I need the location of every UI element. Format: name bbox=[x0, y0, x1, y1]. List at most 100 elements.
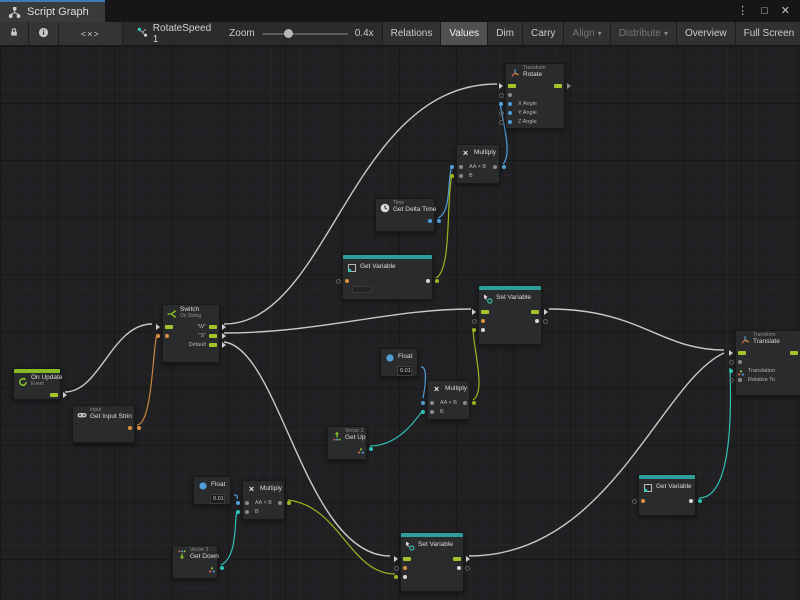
flow-in-port[interactable] bbox=[403, 557, 411, 561]
graph-canvas[interactable]: On UpdateEvent InputGet Input Strin Switch… bbox=[0, 46, 800, 600]
flow-out-port[interactable] bbox=[209, 334, 217, 338]
value-in-port[interactable] bbox=[459, 174, 463, 178]
value-out-port[interactable] bbox=[428, 219, 432, 223]
get-input-string-node[interactable]: InputGet Input Strin bbox=[72, 405, 135, 443]
value-in-port[interactable] bbox=[641, 499, 645, 503]
wire-getvartop-to-multiply[interactable] bbox=[436, 174, 452, 278]
wire-getdown-to-multiply[interactable] bbox=[221, 511, 237, 565]
value-in-port[interactable] bbox=[403, 566, 407, 570]
value-in-port[interactable] bbox=[481, 319, 485, 323]
flow-out-port[interactable] bbox=[209, 325, 217, 329]
value-out-port[interactable] bbox=[278, 501, 282, 505]
value-in-port[interactable] bbox=[345, 279, 349, 283]
get-variable-top-node[interactable]: Get Variable bbox=[342, 254, 433, 300]
flow-in-port[interactable] bbox=[481, 310, 489, 314]
value-in-port[interactable] bbox=[508, 120, 512, 124]
rotate-node[interactable]: TransformRotateX AngleY AngleZ Angle bbox=[505, 63, 565, 129]
value-in-port[interactable] bbox=[165, 334, 169, 338]
value-in-port[interactable] bbox=[738, 369, 744, 375]
rotate-input-label: Z Angle bbox=[518, 119, 537, 125]
flow-out-port[interactable] bbox=[50, 393, 58, 397]
wire-multiplybot-to-setvar[interactable] bbox=[288, 500, 395, 574]
close-icon[interactable]: ✕ bbox=[781, 6, 790, 17]
value-in-port[interactable] bbox=[738, 360, 742, 364]
set-variable-mid-node[interactable]: Set Variable bbox=[478, 285, 542, 345]
overview-button[interactable]: Overview bbox=[676, 22, 735, 45]
maximize-icon[interactable]: □ bbox=[761, 6, 768, 17]
unconnected-port-ring bbox=[543, 319, 548, 324]
value-in-port[interactable] bbox=[245, 501, 249, 505]
get-variable-bot-node[interactable]: Get Variable bbox=[638, 474, 696, 516]
value-in-port[interactable] bbox=[508, 102, 512, 106]
value-in-port[interactable] bbox=[430, 410, 434, 414]
value-in-port[interactable] bbox=[403, 575, 407, 579]
lock-icon bbox=[9, 27, 19, 40]
wire-getup-to-multiply[interactable] bbox=[370, 410, 423, 446]
value-in-port[interactable] bbox=[508, 111, 512, 115]
zoom-slider[interactable] bbox=[262, 33, 348, 35]
align-button[interactable]: Align▾ bbox=[563, 22, 609, 45]
value-out-port[interactable] bbox=[457, 566, 461, 570]
info-button[interactable] bbox=[29, 22, 59, 45]
value-in-port[interactable] bbox=[481, 328, 485, 332]
wire-floatbot-to-multiply[interactable] bbox=[234, 495, 237, 499]
wire-setvarmid-to-translate[interactable] bbox=[549, 309, 724, 350]
switch-node[interactable]: SwitchOn String"W""S"Default bbox=[162, 304, 220, 363]
multiply-mid-node[interactable]: ×MultiplyAA × BB bbox=[427, 380, 470, 420]
value-out-port[interactable] bbox=[426, 279, 430, 283]
get-delta-time-node[interactable]: TimeGet Delta Time bbox=[375, 198, 435, 232]
wire-getvarbot-to-translate[interactable] bbox=[699, 368, 730, 498]
flow-out-port[interactable] bbox=[209, 343, 217, 347]
tab-script-graph[interactable]: Script Graph bbox=[0, 0, 105, 22]
full-screen-button[interactable]: Full Screen bbox=[735, 22, 800, 45]
edit-code-button[interactable]: <×> bbox=[59, 22, 123, 45]
distribute-label: Distribute bbox=[619, 28, 661, 39]
wire-getinput-to-switch[interactable] bbox=[137, 335, 157, 425]
lock-button[interactable] bbox=[0, 22, 29, 45]
value-out-port[interactable] bbox=[358, 447, 364, 453]
float-mid-value-field[interactable]: 0.01 bbox=[397, 366, 412, 376]
distribute-button[interactable]: Distribute▾ bbox=[610, 22, 676, 45]
multiply-bot-node[interactable]: ×MultiplyAA × BB bbox=[242, 480, 285, 520]
switch-row-1: "S" bbox=[163, 331, 219, 340]
value-in-port[interactable] bbox=[459, 165, 463, 169]
value-out-port[interactable] bbox=[463, 401, 467, 405]
get-up-node[interactable]: Vector 3Get Up bbox=[327, 426, 367, 460]
flow-out-port[interactable] bbox=[531, 310, 539, 314]
value-in-port[interactable] bbox=[430, 401, 434, 405]
values-button[interactable]: Values bbox=[440, 22, 487, 45]
wire-floatmid-to-multiply[interactable] bbox=[421, 367, 425, 398]
float-bot-node[interactable]: Float0.01 bbox=[193, 476, 231, 505]
carry-button[interactable]: Carry bbox=[522, 22, 563, 45]
value-in-port[interactable] bbox=[245, 510, 249, 514]
graph-breadcrumb[interactable]: RotateSpeed 1 bbox=[123, 22, 221, 45]
kebab-menu-icon[interactable]: ⋮ bbox=[737, 6, 748, 17]
value-out-port[interactable] bbox=[689, 499, 693, 503]
multiply-top-node[interactable]: ×MultiplyAA × BB bbox=[456, 144, 500, 184]
float-bot-value-field[interactable]: 0.01 bbox=[210, 494, 225, 504]
value-out-port[interactable] bbox=[209, 566, 215, 572]
value-in-port[interactable] bbox=[508, 93, 512, 97]
relations-button[interactable]: Relations bbox=[382, 22, 441, 45]
value-in-port[interactable] bbox=[738, 378, 742, 382]
float-mid-node[interactable]: Float0.01 bbox=[380, 348, 418, 377]
unconnected-port-ring bbox=[336, 279, 341, 284]
flow-out-port[interactable] bbox=[790, 351, 798, 355]
flow-in-port[interactable] bbox=[165, 325, 173, 329]
flow-in-port[interactable] bbox=[508, 84, 516, 88]
value-out-port[interactable] bbox=[535, 319, 539, 323]
value-out-port[interactable] bbox=[493, 165, 497, 169]
translate-node[interactable]: TransformTranslateTranslationRelative To bbox=[735, 330, 800, 396]
set-variable-bot-node[interactable]: Set Variable bbox=[400, 532, 464, 592]
variable-name-chip[interactable] bbox=[352, 286, 372, 293]
on-update-node[interactable]: On UpdateEvent bbox=[13, 368, 61, 400]
flow-in-port[interactable] bbox=[738, 351, 746, 355]
zoom-slider-thumb[interactable] bbox=[284, 29, 293, 38]
wire-onupdate-to-switch[interactable] bbox=[65, 324, 152, 392]
wire-setvarbot-to-translate[interactable] bbox=[469, 353, 724, 556]
flow-out-port[interactable] bbox=[453, 557, 461, 561]
dim-button[interactable]: Dim bbox=[487, 22, 522, 45]
get-down-node[interactable]: Vector 3Get Down bbox=[172, 545, 218, 579]
value-out-port[interactable] bbox=[128, 426, 132, 430]
flow-out-port[interactable] bbox=[554, 84, 562, 88]
